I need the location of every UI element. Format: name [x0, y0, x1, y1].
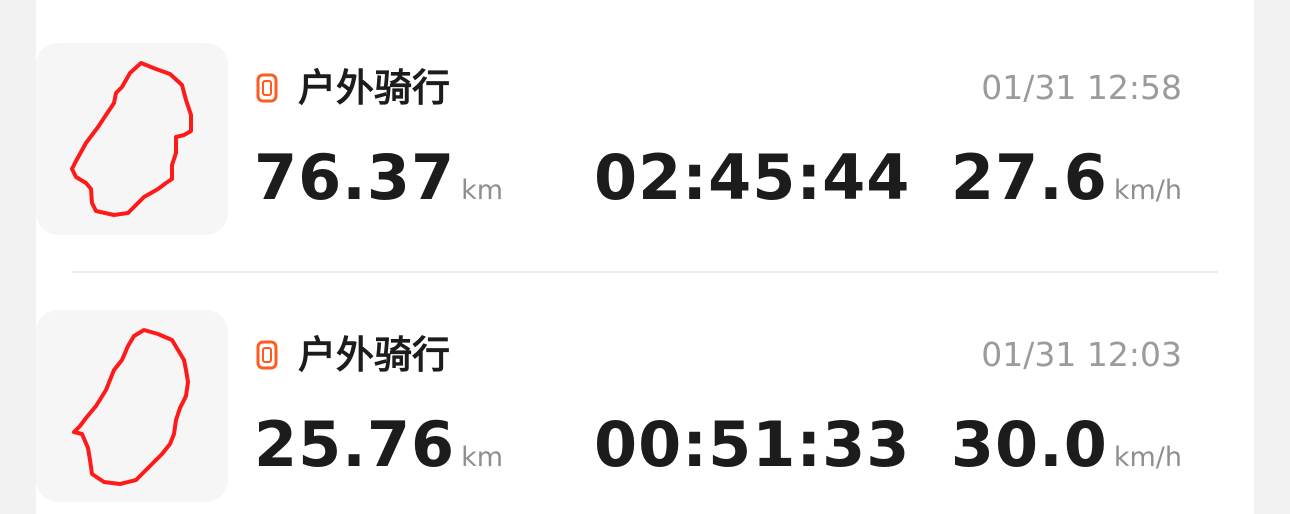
route-map-thumbnail: [36, 310, 228, 502]
distance-unit: km: [461, 175, 504, 206]
speed-metric: 30.0 km/h: [951, 408, 1182, 482]
duration-value: 02:45:44: [594, 141, 911, 214]
speed-unit: km/h: [1113, 442, 1182, 473]
speed-value: 30.0: [950, 408, 1108, 481]
route-path-icon: [72, 328, 190, 486]
distance-unit: km: [461, 442, 504, 473]
speed-value: 27.6: [950, 141, 1108, 214]
duration-metric: 02:45:44: [594, 141, 910, 215]
activity-title: 户外骑行: [298, 333, 451, 377]
activity-record[interactable]: 户外骑行 01/31 12:03 25.76 km 00:51:33 30.0 km…: [36, 310, 1182, 504]
duration-metric: 00:51:33: [594, 408, 910, 482]
activity-datetime: 01/31 12:03: [981, 335, 1182, 374]
activity-title: 户外骑行: [298, 66, 451, 110]
distance-metric: 25.76 km: [254, 408, 503, 482]
speed-metric: 27.6 km/h: [951, 141, 1182, 215]
distance-value: 76.37: [254, 141, 456, 214]
activity-record[interactable]: 户外骑行 01/31 12:58 76.37 km 02:45:44 27.6 km…: [36, 43, 1182, 237]
activity-datetime: 01/31 12:58: [981, 68, 1182, 107]
watch-device-icon: [256, 340, 278, 370]
record-divider: [72, 271, 1218, 273]
watch-device-icon: [256, 73, 278, 103]
distance-metric: 76.37 km: [254, 141, 503, 215]
duration-value: 00:51:33: [594, 408, 911, 481]
speed-unit: km/h: [1113, 175, 1182, 206]
distance-value: 25.76: [254, 408, 456, 481]
route-path-icon: [70, 61, 193, 217]
route-map-thumbnail: [36, 43, 228, 235]
